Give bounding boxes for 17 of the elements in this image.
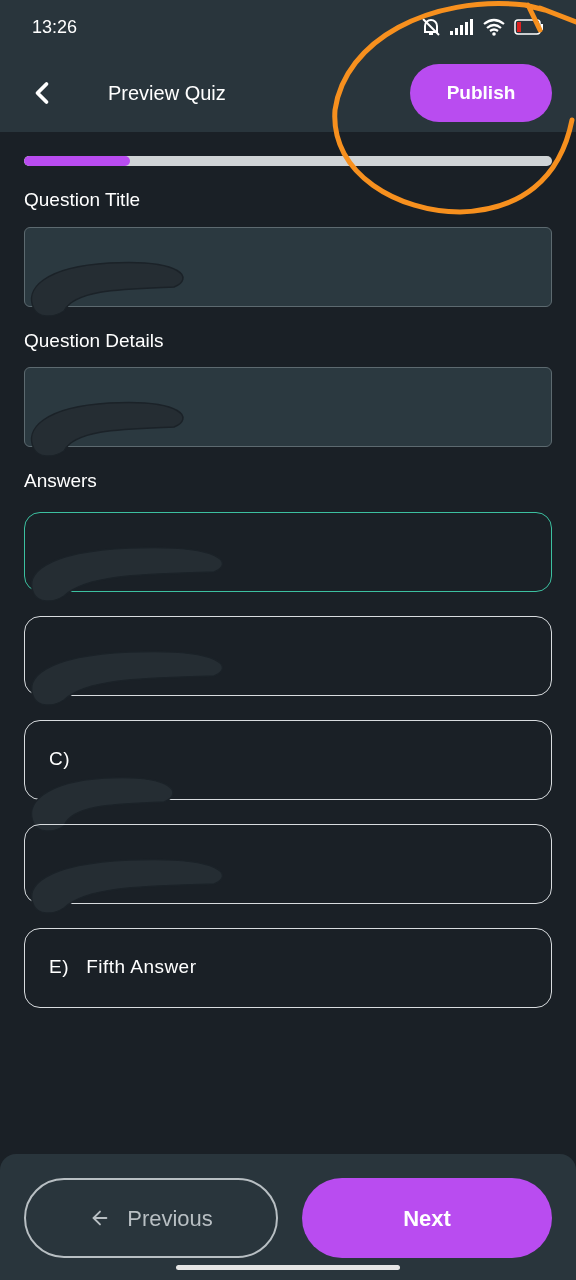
input-field[interactable] xyxy=(24,367,552,447)
muted-bell-icon xyxy=(420,17,442,37)
battery-icon xyxy=(514,19,544,35)
next-button[interactable]: Next xyxy=(302,1178,552,1258)
field-label: Question Title xyxy=(24,188,142,212)
publish-button[interactable]: Publish xyxy=(410,64,552,122)
page-title: Preview Quiz xyxy=(108,81,226,106)
field-label: Question Details xyxy=(24,328,165,353)
signal-icon xyxy=(450,19,474,35)
answer-text: C) xyxy=(49,747,70,772)
answer-option[interactable]: E) Fifth Answer xyxy=(24,927,552,1008)
previous-button[interactable]: Previous xyxy=(24,1178,278,1258)
answers-heading: Answers xyxy=(24,469,98,493)
input-field[interactable] xyxy=(24,226,552,307)
answer-text: E) Fifth Answer xyxy=(49,955,197,980)
status-time: 13:26 xyxy=(32,15,78,39)
wifi-icon xyxy=(482,18,506,36)
